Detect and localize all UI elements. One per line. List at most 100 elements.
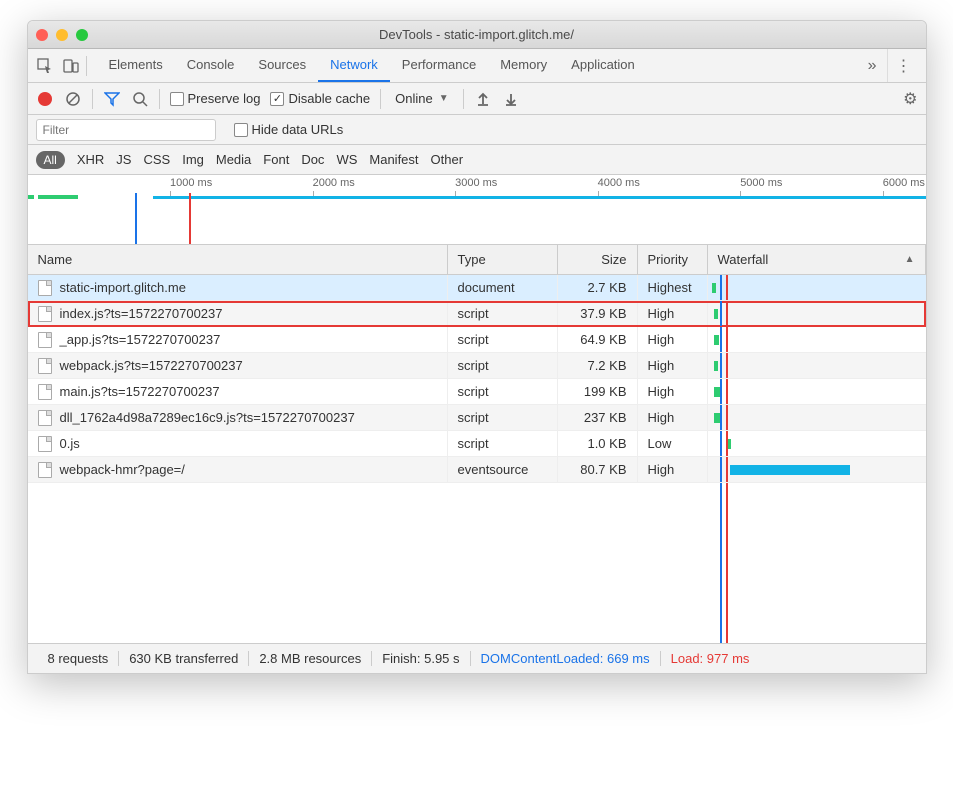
cell-waterfall [708,301,926,326]
type-filter-ws[interactable]: WS [336,152,357,167]
device-toolbar-icon[interactable] [60,55,82,77]
status-load: Load: 977 ms [661,651,760,666]
main-tabbar: ElementsConsoleSourcesNetworkPerformance… [28,49,926,83]
devtools-window: DevTools - static-import.glitch.me/ Elem… [27,20,927,674]
type-filter-img[interactable]: Img [182,152,204,167]
preserve-log-checkbox[interactable]: Preserve log [170,91,261,106]
file-icon [38,410,52,426]
throttling-value: Online [395,91,433,106]
divider [463,89,464,109]
cell-name: static-import.glitch.me [28,275,448,300]
clear-button[interactable] [64,90,82,108]
request-row[interactable]: dll_1762a4d98a7289ec16c9.js?ts=157227070… [28,405,926,431]
cell-priority: High [638,405,708,430]
divider [380,89,381,109]
cell-waterfall [708,327,926,352]
file-icon [38,306,52,322]
hide-data-urls-checkbox[interactable]: Hide data URLs [234,122,344,137]
request-row[interactable]: main.js?ts=1572270700237script199 KBHigh [28,379,926,405]
status-transferred: 630 KB transferred [119,651,249,666]
cell-name: 0.js [28,431,448,456]
cell-priority: High [638,457,708,482]
column-waterfall[interactable]: Waterfall▲ [708,245,926,274]
filter-input[interactable] [36,119,216,141]
waterfall-vline [720,405,722,430]
cell-priority: Low [638,431,708,456]
file-icon [38,280,52,296]
file-icon [38,462,52,478]
cell-name: dll_1762a4d98a7289ec16c9.js?ts=157227070… [28,405,448,430]
type-filter-other[interactable]: Other [431,152,464,167]
request-row[interactable]: static-import.glitch.medocument2.7 KBHig… [28,275,926,301]
tab-memory[interactable]: Memory [488,49,559,82]
waterfall-vline [720,483,722,643]
request-row[interactable]: _app.js?ts=1572270700237script64.9 KBHig… [28,327,926,353]
timeline-vline [189,193,191,244]
more-tabs-icon[interactable]: » [858,51,887,81]
type-filter-xhr[interactable]: XHR [77,152,104,167]
column-size[interactable]: Size [558,245,638,274]
type-filter-font[interactable]: Font [263,152,289,167]
timeline-vline [135,193,137,244]
status-resources: 2.8 MB resources [249,651,372,666]
cell-name: webpack-hmr?page=/ [28,457,448,482]
timeline-overview[interactable]: 1000 ms2000 ms3000 ms4000 ms5000 ms6000 … [28,175,926,245]
waterfall-vline [720,431,722,456]
cell-type: script [448,353,558,378]
type-filter-css[interactable]: CSS [143,152,170,167]
tab-performance[interactable]: Performance [390,49,488,82]
column-type[interactable]: Type [448,245,558,274]
request-row[interactable]: 0.jsscript1.0 KBLow [28,431,926,457]
tab-network[interactable]: Network [318,49,390,82]
request-row[interactable]: webpack-hmr?page=/eventsource80.7 KBHigh [28,457,926,483]
tab-console[interactable]: Console [175,49,247,82]
divider [86,56,87,76]
disable-cache-checkbox[interactable]: Disable cache [270,91,370,106]
cell-type: script [448,379,558,404]
search-icon[interactable] [131,90,149,108]
type-filter-manifest[interactable]: Manifest [369,152,418,167]
export-har-icon[interactable] [502,90,520,108]
request-row[interactable]: index.js?ts=1572270700237script37.9 KBHi… [28,301,926,327]
column-priority[interactable]: Priority [638,245,708,274]
cell-waterfall [708,405,926,430]
cell-priority: Highest [638,275,708,300]
table-header: Name Type Size Priority Waterfall▲ [28,245,926,275]
tab-application[interactable]: Application [559,49,647,82]
cell-waterfall [708,353,926,378]
tab-sources[interactable]: Sources [246,49,318,82]
cell-waterfall [708,379,926,404]
throttling-select[interactable]: Online ▼ [391,91,452,106]
inspect-element-icon[interactable] [34,55,56,77]
column-name[interactable]: Name [28,245,448,274]
status-requests: 8 requests [38,651,120,666]
request-table: static-import.glitch.medocument2.7 KBHig… [28,275,926,483]
type-filter-bar: All XHR JS CSS Img Media Font Doc WS Manifest Othe… [28,145,926,175]
waterfall-vline [720,301,722,326]
waterfall-vline [726,353,728,378]
tab-elements[interactable]: Elements [97,49,175,82]
settings-gear-icon[interactable]: ⚙ [903,89,917,109]
filter-icon[interactable] [103,90,121,108]
type-filter-all[interactable]: All [36,151,65,169]
kebab-menu-icon[interactable]: ⋮ [887,49,920,82]
timeline-tick: 3000 ms [455,177,497,189]
status-bar: 8 requests 630 KB transferred 2.8 MB res… [28,643,926,673]
waterfall-vline [720,457,722,482]
type-filter-media[interactable]: Media [216,152,251,167]
type-filter-js[interactable]: JS [116,152,131,167]
import-har-icon[interactable] [474,90,492,108]
cell-name: _app.js?ts=1572270700237 [28,327,448,352]
file-icon [38,384,52,400]
waterfall-vline [726,301,728,326]
waterfall-vline [720,379,722,404]
record-button[interactable] [36,90,54,108]
request-row[interactable]: webpack.js?ts=1572270700237script7.2 KBH… [28,353,926,379]
waterfall-vline [726,327,728,352]
type-filter-doc[interactable]: Doc [301,152,324,167]
table-empty-area [28,483,926,643]
filter-bar: Hide data URLs [28,115,926,145]
cell-name: main.js?ts=1572270700237 [28,379,448,404]
window-title: DevTools - static-import.glitch.me/ [28,27,926,42]
cell-waterfall [708,457,926,482]
